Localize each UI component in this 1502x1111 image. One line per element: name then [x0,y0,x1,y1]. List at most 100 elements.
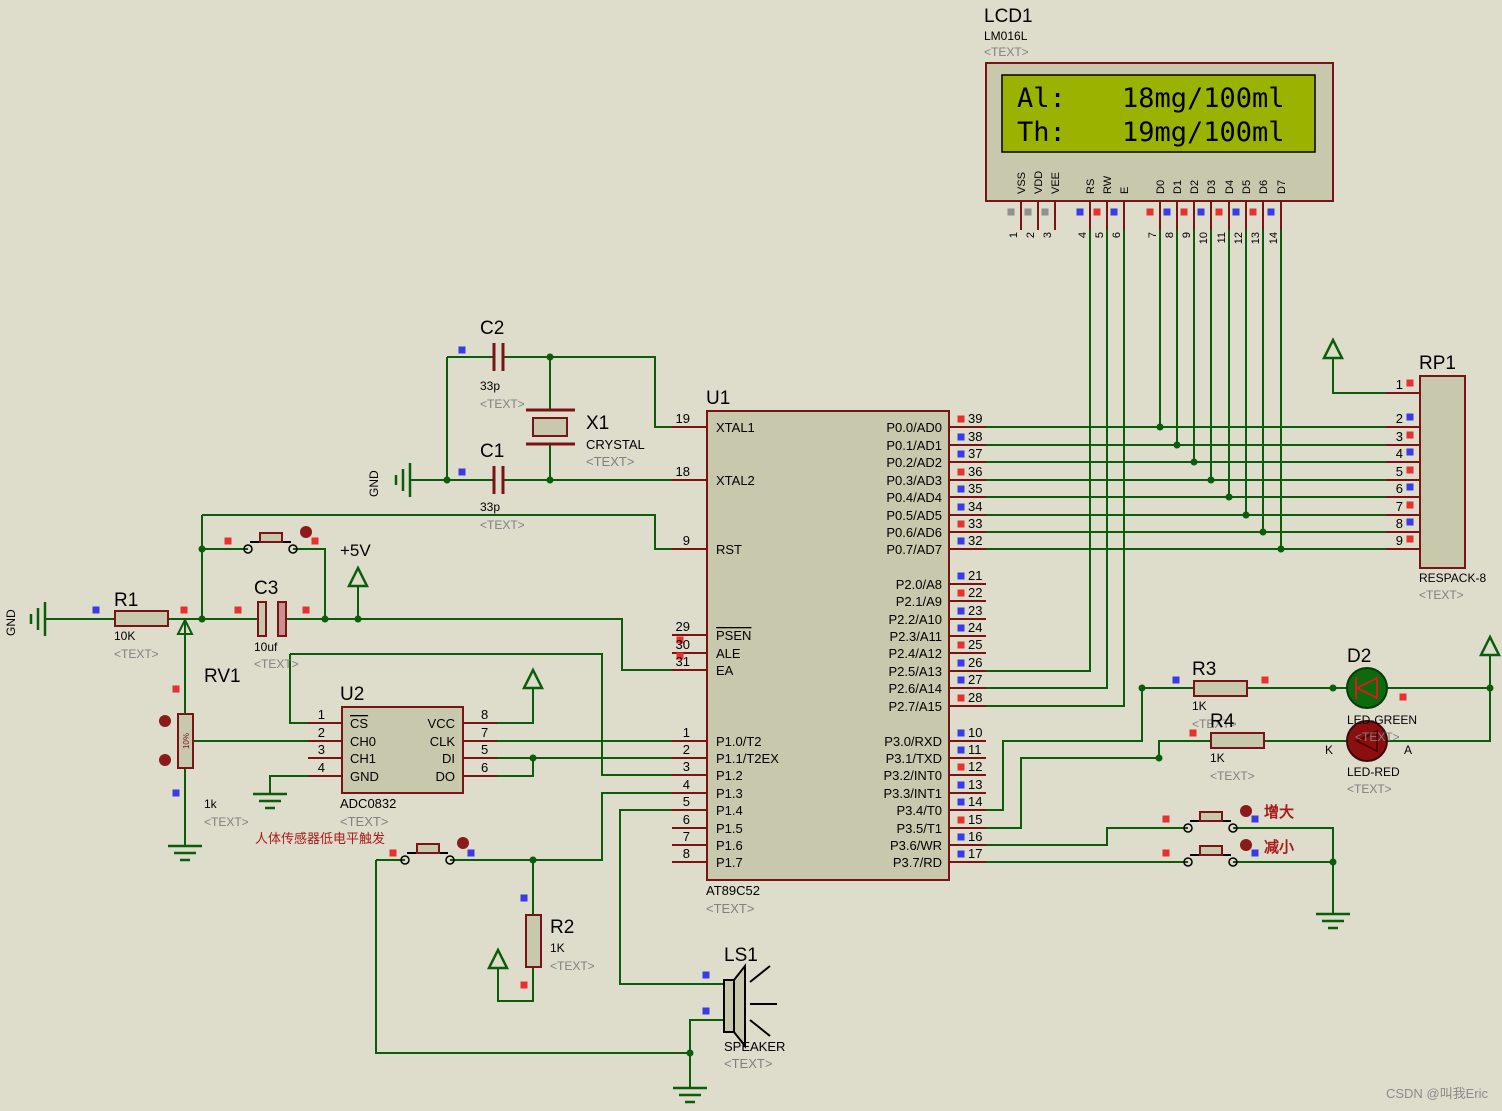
pin-marker [957,589,965,597]
pin-marker [957,850,965,858]
lcd-pin-name: D4 [1224,180,1236,194]
junction-dot [1155,754,1163,762]
mcu-right-pin-number: 22 [968,585,982,600]
mcu-right-pin-number: 17 [968,846,982,861]
junction-dot [198,615,206,623]
lcd-ref: LCD1 [984,6,1033,27]
increase-button-probe-icon [1240,805,1252,817]
lcd-pin-number: 1 [1008,232,1020,238]
pin-marker [172,789,180,797]
mcu-right-pin-number: 11 [968,742,982,757]
wire [986,740,1211,829]
rp1-ref: RP1 [1419,353,1456,374]
lcd-line1-value: 18mg/100ml [1122,83,1285,114]
mcu-left-pin-number: 5 [683,794,690,809]
pin-marker [957,816,965,824]
gnd-label: GND [4,609,18,636]
pin-marker [957,676,965,684]
decrease-button-probe-icon [1240,839,1252,851]
mcu-right-pin-name: P0.2/AD2 [886,455,942,470]
mcu-right-pin-number: 32 [968,533,982,548]
lcd-pin-number: 5 [1094,232,1106,238]
mcu-left-pin-number: 30 [676,637,690,652]
adc-left-pin-name: CS [350,716,368,731]
junction-dot [546,476,554,484]
wire [497,688,534,724]
vcc-arrow-icon [1478,634,1502,657]
junction-dot [1225,493,1233,501]
r1-value: 10K [114,629,135,643]
mcu-left-pin-number: 29 [676,619,690,634]
pin-marker [1406,466,1414,474]
rv1-probe-icon [159,715,171,727]
pin-marker [1024,208,1032,216]
pin-marker [1146,208,1154,216]
pin-marker [1076,208,1084,216]
r3-body [1193,680,1248,697]
rp1-pin-number: 5 [1396,464,1403,479]
pin-marker [1261,676,1269,684]
pin-marker [957,572,965,580]
c3-value: 10uf [254,640,278,654]
lcd-line2-value: 19mg/100ml [1122,117,1285,148]
r2-body [525,914,542,968]
pin-marker [1197,208,1205,216]
adc-ref: U2 [340,684,364,705]
mcu-left-pin-number: 18 [676,464,690,479]
pin-marker [1406,483,1414,491]
lcd-pin-name: D7 [1276,180,1288,194]
pin-marker [1406,379,1414,387]
lcd-pin-number: 13 [1250,232,1262,244]
mcu-left-pin-name: EA [716,663,734,678]
wire [286,618,672,671]
pin-marker [957,607,965,615]
schematic-canvas[interactable]: Al: 18mg/100ml Th: 19mg/100ml LCD1 LM016L <TEX… [0,0,1502,1111]
pin-marker [1267,208,1275,216]
mcu-right-pin-name: P2.1/A9 [896,594,942,609]
junction-dot [1156,423,1164,431]
rv1-text-tag: <TEXT> [204,815,249,829]
plus5v-label: +5V [340,541,371,560]
c2-value: 33p [480,379,500,393]
wire [986,230,1091,672]
junction-dot [1242,511,1250,519]
junction-dot [686,1049,694,1057]
increase-button-cap [1199,811,1223,822]
pin-marker [224,537,232,545]
mcu-left-pin-name: P1.7 [716,855,743,870]
watermark: CSDN @叫我Eric [1386,1086,1489,1101]
pin-marker [302,606,310,614]
rp1-pin-number: 3 [1396,429,1403,444]
mcu-right-pin-name: P0.1/AD1 [886,438,942,453]
rp1-text-tag: <TEXT> [1419,588,1464,602]
pin-marker [957,746,965,754]
d3-value: LED-RED [1347,765,1400,779]
pin-marker [1251,849,1259,857]
rp1-body [1419,375,1466,569]
mcu-right-pin-name: P3.2/INT0 [883,768,942,783]
adc-left-pin-number: 2 [318,725,325,740]
x1-ref: X1 [586,413,609,434]
mcu-right-pin-number: 15 [968,812,982,827]
rv1-probe-icon [159,754,171,766]
mcu-part: AT89C52 [706,883,760,898]
pin-marker [520,894,528,902]
d2-text-tag: <TEXT> [1355,730,1400,744]
r4-text-tag: <TEXT> [1210,769,1255,783]
mcu-right-pin-name: P3.1/TXD [886,751,942,766]
mcu-right-pin-name: P3.5/T1 [896,821,942,836]
pin-marker [1406,501,1414,509]
junction-dot [529,856,537,864]
mcu-ref: U1 [706,388,730,409]
junction-dot [1190,458,1198,466]
c3-plate [277,601,287,637]
reset-button-probe-icon [300,526,312,538]
pin-marker [957,659,965,667]
mcu-right-pin-name: P3.0/RXD [884,734,942,749]
mcu-left-pin-name: P1.4 [716,803,743,818]
adc-text-tag: <TEXT> [340,814,388,829]
mcu-left-pin-name: P1.0/T2 [716,734,762,749]
speaker-wave [749,965,771,983]
pin-marker [957,624,965,632]
vcc-arrow-icon [486,947,510,970]
